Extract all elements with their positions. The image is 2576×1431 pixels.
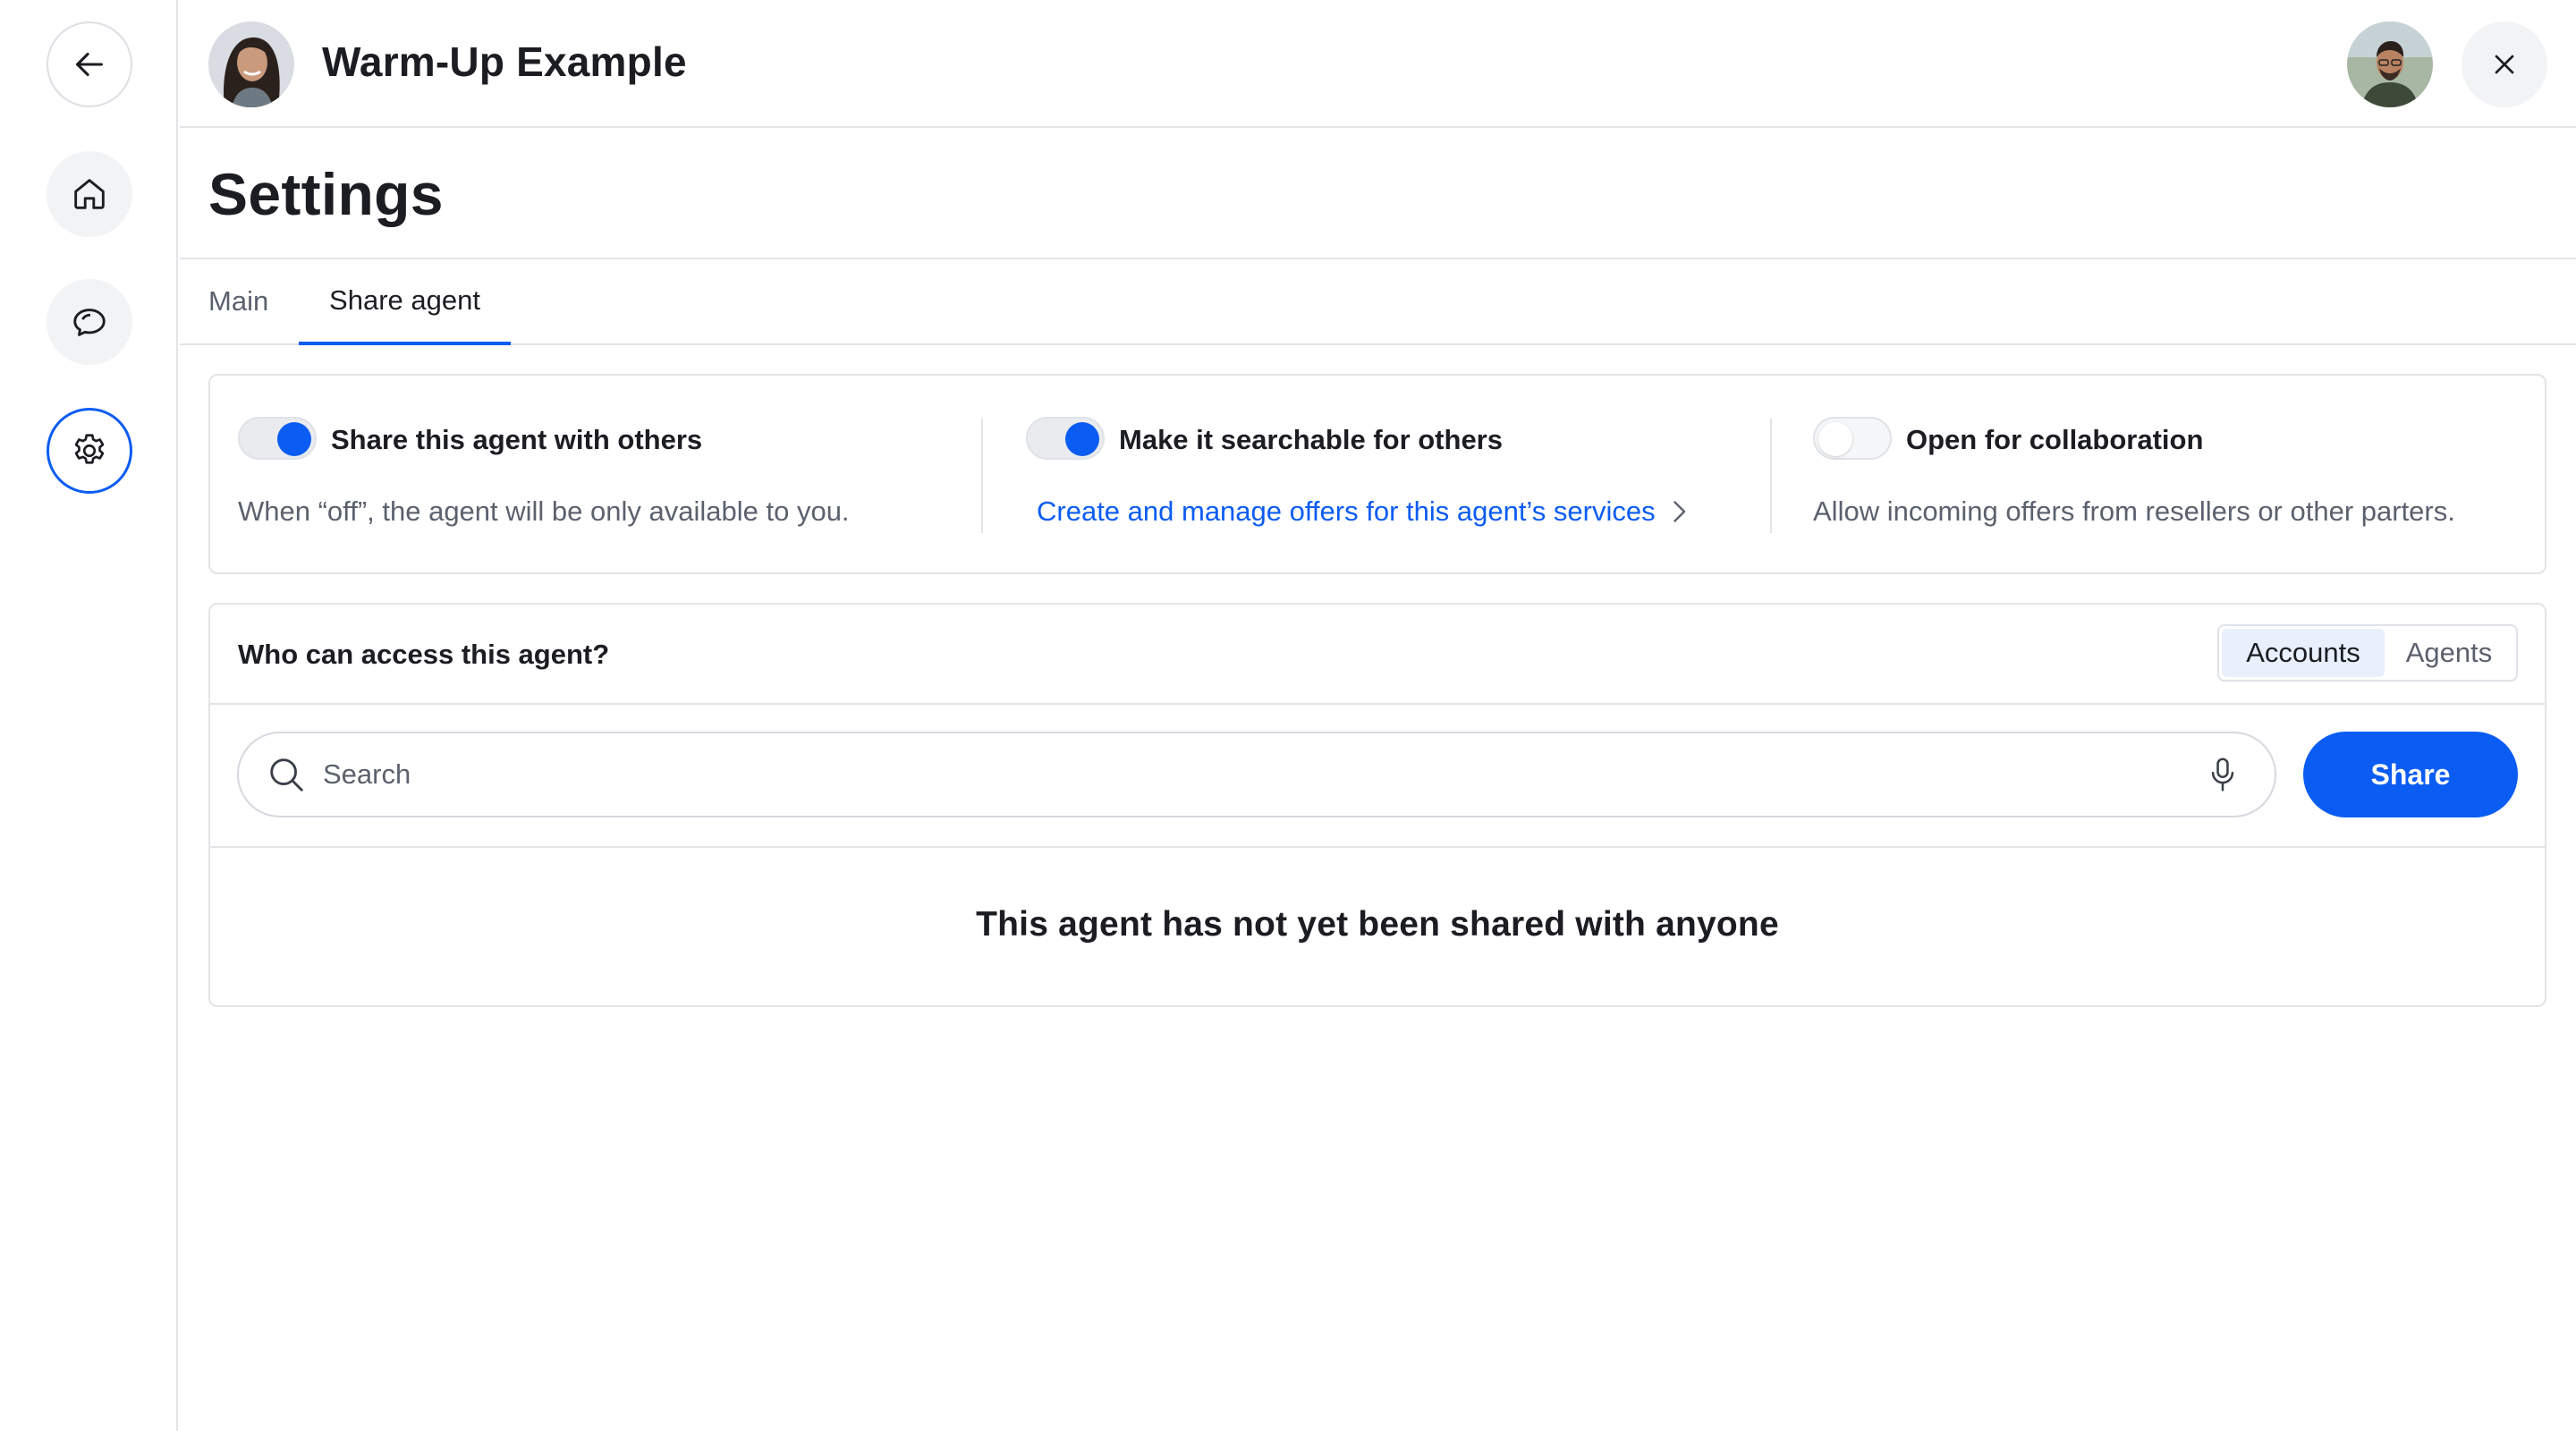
title-bar: Settings <box>180 128 2576 259</box>
home-button[interactable] <box>47 151 132 237</box>
close-button[interactable] <box>2462 21 2547 107</box>
option-label: Open for collaboration <box>1906 424 2204 455</box>
agent-avatar[interactable] <box>208 21 294 107</box>
manage-offers-link-label: Create and manage offers for this agent’… <box>1037 495 1656 527</box>
share-button[interactable]: Share <box>2303 732 2518 817</box>
page-title: Settings <box>208 161 444 227</box>
segment-agents[interactable]: Agents <box>2385 629 2513 677</box>
agent-avatar-image <box>208 21 294 107</box>
manage-offers-link[interactable]: Create and manage offers for this agent’… <box>1037 495 1690 528</box>
option-label: Share this agent with others <box>331 424 703 455</box>
sharing-options-card: Share this agent with others When “off”,… <box>208 374 2546 574</box>
searchable-toggle[interactable] <box>1026 417 1105 460</box>
toggle-knob <box>1065 422 1099 456</box>
option-description: When “off”, the agent will be only avail… <box>238 495 850 527</box>
access-type-segmented-control: Accounts Agents <box>2217 624 2518 682</box>
microphone-icon[interactable] <box>2207 757 2239 792</box>
collaboration-toggle[interactable] <box>1813 417 1892 460</box>
share-with-others-toggle[interactable] <box>238 417 317 460</box>
option-description: Allow incoming offers from resellers or … <box>1813 495 2455 527</box>
tab-bar: Main Share agent <box>180 259 2576 345</box>
option-share-with-others: Share this agent with others When “off”,… <box>210 376 981 572</box>
access-card: Who can access this agent? Accounts Agen… <box>208 603 2546 1007</box>
chevron-right-icon <box>1673 501 1685 522</box>
app-header: Warm-Up Example <box>180 0 2576 128</box>
search-icon <box>270 758 303 792</box>
search-row: Share <box>210 705 2545 848</box>
chats-button[interactable] <box>47 279 132 365</box>
left-rail <box>0 0 178 1431</box>
empty-state-message: This agent has not yet been shared with … <box>976 905 1779 944</box>
segment-accounts[interactable]: Accounts <box>2222 629 2385 677</box>
option-searchable: Make it searchable for others Create and… <box>981 417 1770 533</box>
tab-main[interactable]: Main <box>208 259 268 343</box>
option-label: Make it searchable for others <box>1119 424 1503 455</box>
tab-share-agent[interactable]: Share agent <box>299 259 511 345</box>
agent-name: Warm-Up Example <box>322 38 687 85</box>
toggle-knob <box>277 422 311 456</box>
option-collaboration: Open for collaboration Allow incoming of… <box>1770 417 2545 533</box>
search-field[interactable] <box>237 732 2276 817</box>
access-header: Who can access this agent? Accounts Agen… <box>210 605 2545 705</box>
back-button[interactable] <box>47 21 132 107</box>
home-icon <box>74 179 105 209</box>
toggle-knob <box>1818 422 1852 456</box>
close-icon <box>2495 55 2514 74</box>
search-input[interactable] <box>323 748 2207 801</box>
arrow-left-icon <box>76 52 103 77</box>
access-title: Who can access this agent? <box>238 639 610 670</box>
chat-bubbles-icon <box>73 309 106 336</box>
gear-icon <box>74 434 105 464</box>
user-avatar-image <box>2347 21 2433 107</box>
settings-button[interactable] <box>47 408 132 494</box>
user-avatar[interactable] <box>2347 21 2433 107</box>
